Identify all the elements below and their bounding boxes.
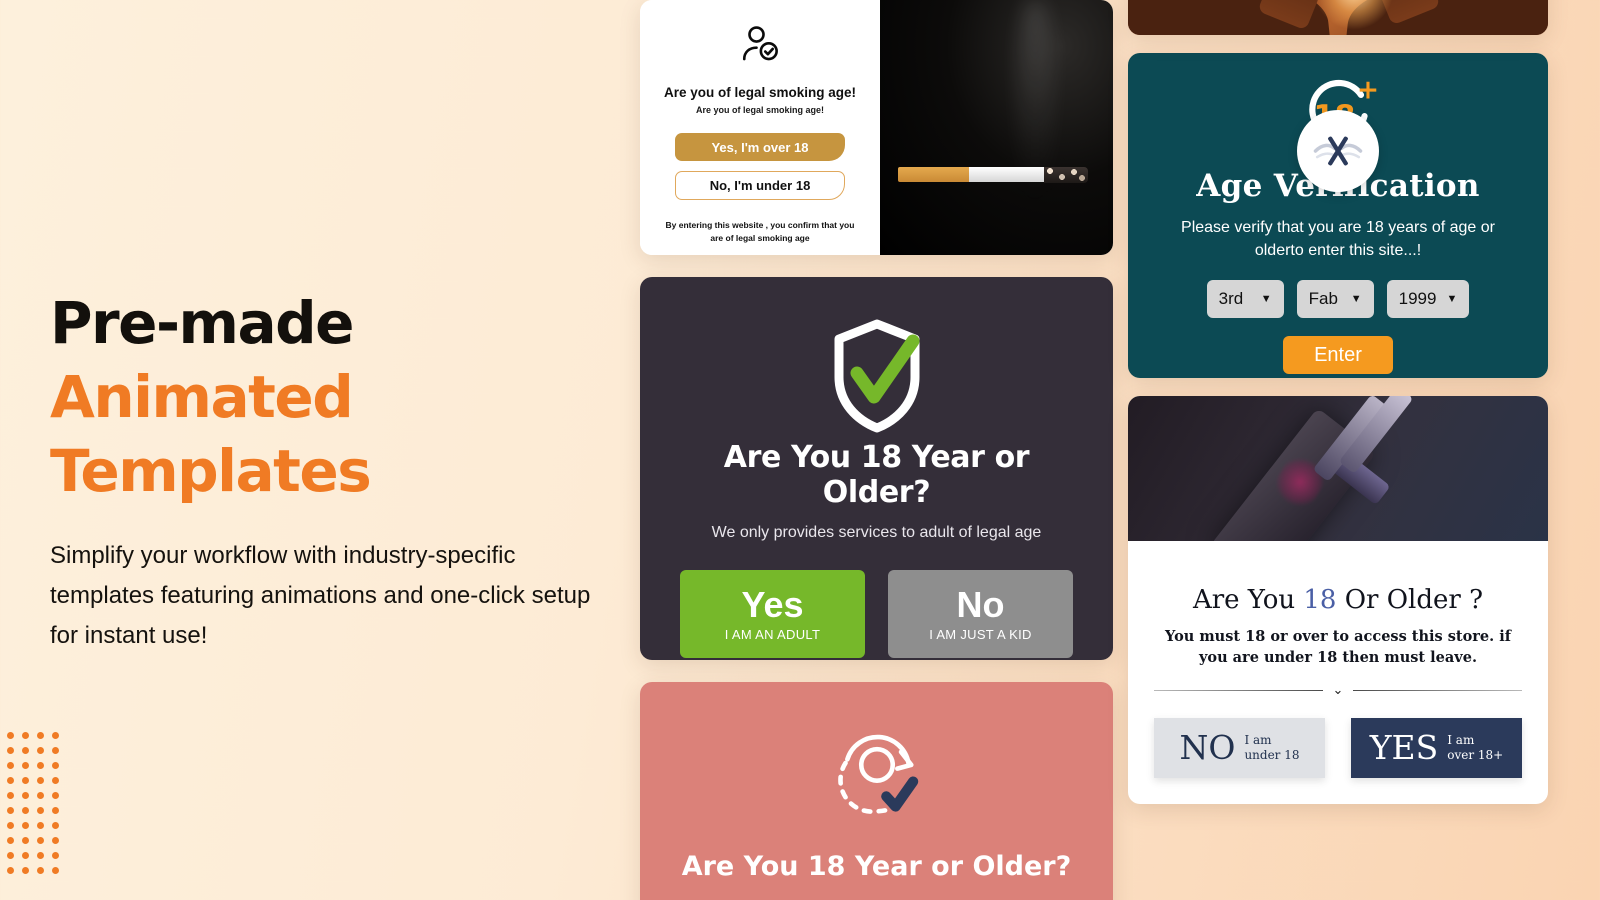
enter-button[interactable]: Enter: [1283, 336, 1393, 374]
card-vape-title-before: Are You: [1192, 585, 1304, 615]
card-smoking-legal-text: By entering this website , you confirm t…: [665, 220, 855, 243]
cigarette-graphic: [898, 166, 1088, 183]
shield-yes-label: Yes: [741, 584, 804, 625]
day-select-value: 3rd: [1218, 289, 1244, 308]
month-select[interactable]: Fab ▼: [1296, 280, 1374, 318]
vape-yes-sub-line2: over 18+: [1447, 748, 1504, 762]
middle-card-column: Are you of legal smoking age! Are you of…: [640, 0, 1113, 900]
page-title: Pre-made Animated Templates: [50, 286, 650, 508]
card-smoking-age[interactable]: Are you of legal smoking age! Are you of…: [640, 0, 1113, 255]
age-verification-subtitle: Please verify that you are 18 years of a…: [1181, 219, 1495, 259]
card-smoking-age-content: Are you of legal smoking age! Are you of…: [640, 0, 880, 255]
card-vape-age-gate[interactable]: Are You 18 Or Older ? You must 18 or ove…: [1128, 110, 1548, 804]
shield-yes-sublabel: I AM AN ADULT: [724, 627, 821, 642]
smoking-yes-button[interactable]: Yes, I'm over 18: [675, 133, 845, 162]
user-verified-circle-icon: [821, 734, 933, 830]
vape-yes-sublabel: I am over 18+: [1447, 733, 1503, 763]
card-vape-content: Are You 18 Or Older ? You must 18 or ove…: [1128, 541, 1548, 804]
vape-no-sub-line1: I am: [1244, 733, 1272, 747]
vape-no-sub-line2: under 18: [1244, 748, 1300, 762]
card-smoking-subtitle: Are you of legal smoking age!: [695, 105, 825, 115]
section-divider: ⌄: [1154, 682, 1522, 698]
card-shield-title: Are You 18 Year or Older?: [723, 440, 1030, 510]
chevron-down-icon: ⌄: [1332, 682, 1344, 697]
divider-line-right: [1353, 689, 1522, 691]
day-select[interactable]: 3rd ▼: [1206, 280, 1284, 318]
vape-no-sublabel: I am under 18: [1244, 733, 1299, 763]
card-beer-photo[interactable]: [1128, 0, 1548, 35]
svg-text:+: +: [1357, 79, 1379, 105]
year-select-value: 1999: [1398, 289, 1437, 308]
card-vape-subtitle: You must 18 or over to access this store…: [1164, 628, 1511, 666]
page-title-accent: Animated Templates: [50, 363, 372, 505]
decorative-dot-grid: [7, 732, 67, 882]
card-salmon-age-gate[interactable]: Are You 18 Year or Older?: [640, 682, 1113, 900]
chevron-down-icon: ▼: [1260, 293, 1272, 305]
card-smoking-title: Are you of legal smoking age!: [663, 85, 857, 100]
divider-line-left: [1154, 689, 1323, 691]
shield-check-icon: [827, 319, 927, 439]
vape-no-label: NO: [1179, 728, 1236, 767]
right-card-column: 18 + Age Verification Please verify that…: [1128, 0, 1548, 804]
card-shield-button-row: Yes I AM AN ADULT No I AM JUST A KID: [680, 570, 1073, 658]
person-check-icon: [739, 24, 781, 71]
year-select[interactable]: 1999 ▼: [1386, 280, 1470, 318]
vape-yes-label: YES: [1369, 728, 1439, 767]
shield-yes-button[interactable]: Yes I AM AN ADULT: [680, 570, 865, 658]
age-verification-select-row: 3rd ▼ Fab ▼ 1999 ▼: [1158, 280, 1518, 318]
smoking-no-button[interactable]: No, I'm under 18: [675, 171, 845, 200]
chevron-down-icon: ▼: [1446, 293, 1458, 305]
vape-yes-button[interactable]: YES I am over 18+: [1351, 718, 1522, 778]
card-vape-title-after: Or Older ?: [1336, 585, 1484, 615]
card-salmon-title: Are You 18 Year or Older?: [681, 851, 1072, 882]
card-shield-subtitle: We only provides services to adult of le…: [711, 524, 1042, 541]
shield-no-button[interactable]: No I AM JUST A KID: [888, 570, 1073, 658]
vape-no-button[interactable]: NO I am under 18: [1154, 718, 1325, 778]
card-vape-title-number: 18: [1303, 585, 1337, 615]
month-select-value: Fab: [1308, 289, 1338, 308]
page-title-plain: Pre-made: [50, 289, 354, 357]
cigarette-photo: [880, 0, 1113, 255]
chevron-down-icon: ▼: [1350, 293, 1362, 305]
shield-no-label: No: [956, 584, 1005, 625]
card-age-verification[interactable]: 18 + Age Verification Please verify that…: [1128, 53, 1548, 378]
vape-device-photo: [1128, 396, 1548, 541]
hero-section: Pre-made Animated Templates Simplify you…: [50, 286, 650, 656]
card-vape-button-row: NO I am under 18 YES I am over 18+: [1154, 718, 1522, 778]
page-description: Simplify your workflow with industry-spe…: [50, 542, 591, 649]
card-vape-title: Are You 18 Or Older ?: [1154, 585, 1522, 615]
vape-yes-sub-line1: I am: [1447, 733, 1475, 747]
shield-no-sublabel: I AM JUST A KID: [929, 627, 1032, 642]
card-shield-age-gate[interactable]: Are You 18 Year or Older? We only provid…: [640, 277, 1113, 660]
